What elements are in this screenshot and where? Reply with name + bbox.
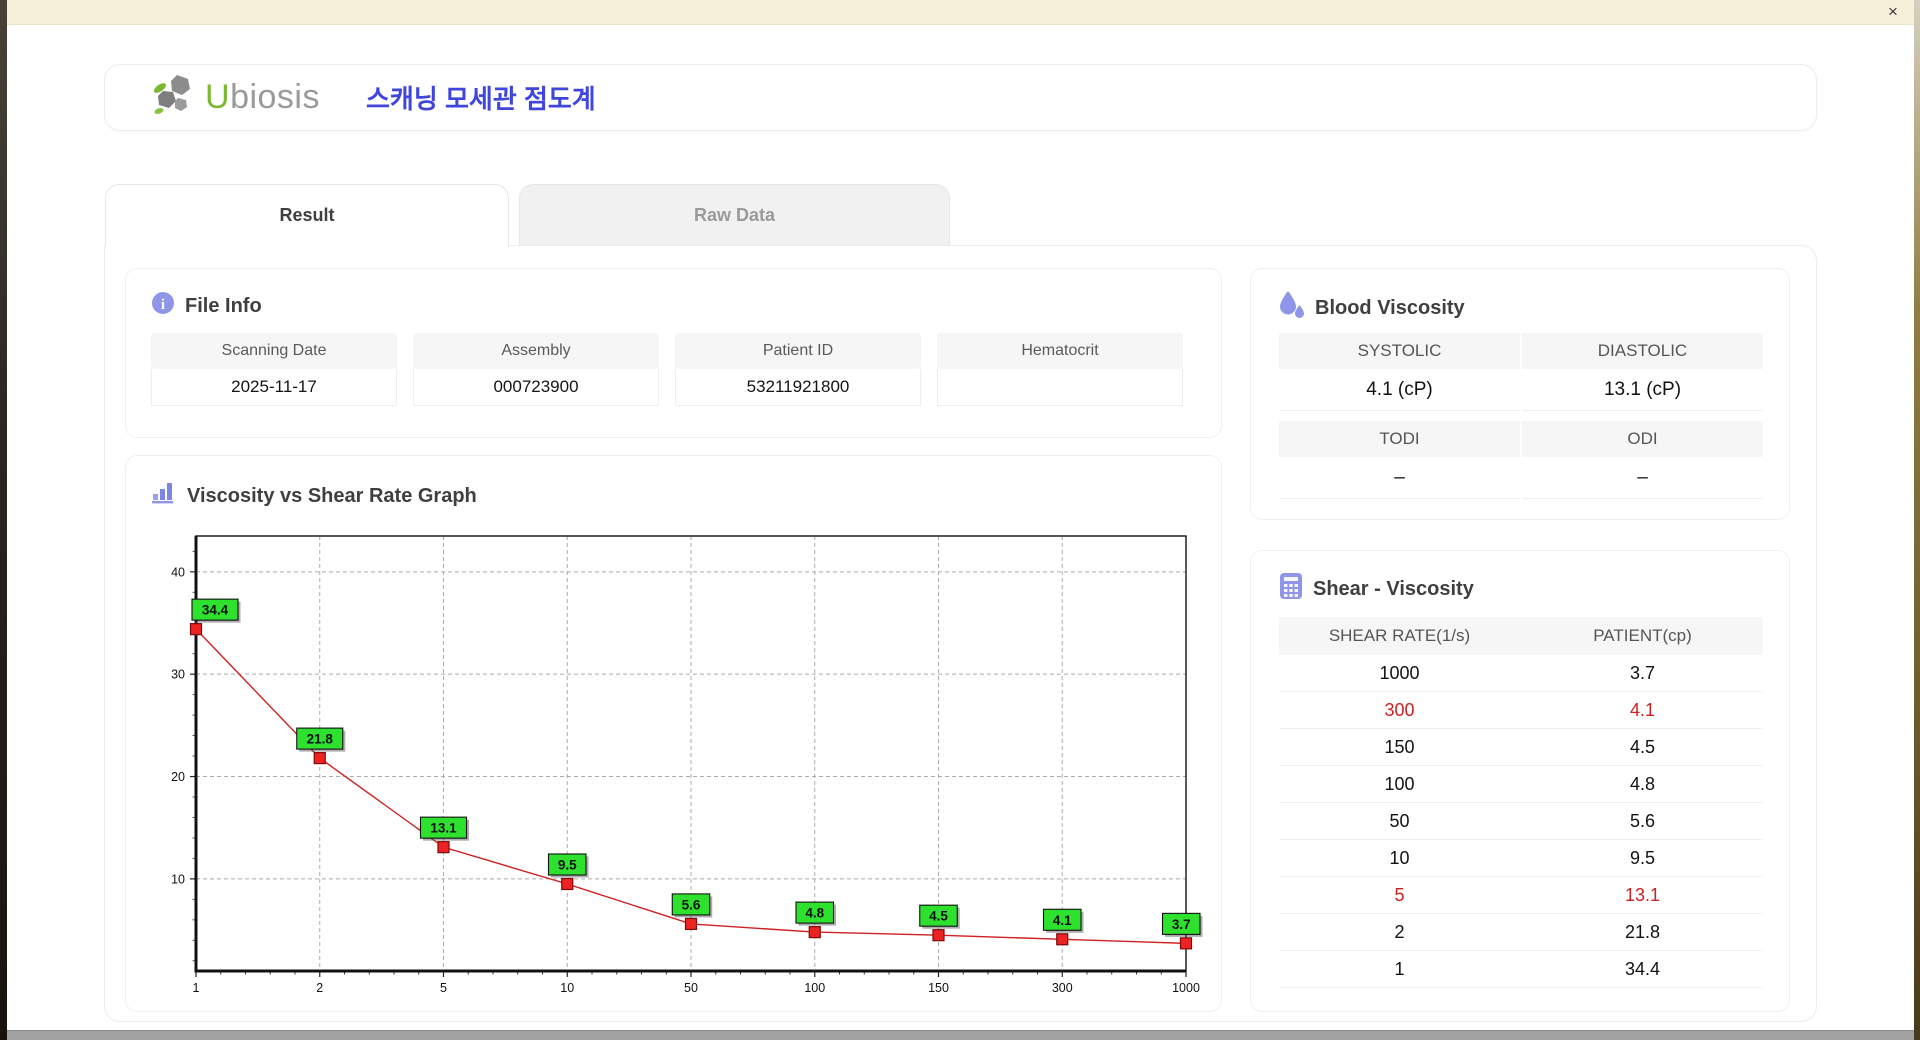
- svg-text:150: 150: [928, 981, 949, 995]
- svg-text:34.4: 34.4: [202, 603, 229, 618]
- column-header-shear-rate: SHEAR RATE(1/s): [1328, 626, 1471, 645]
- svg-text:i: i: [161, 297, 165, 313]
- tab-raw-data[interactable]: Raw Data: [519, 184, 950, 245]
- table-row: 10 9.5: [1279, 840, 1763, 877]
- ubiosis-logo-icon: [151, 73, 197, 122]
- shear-viscosity-card: Shear - Viscosity SHEAR RATE(1/s) PATIEN…: [1250, 550, 1790, 1012]
- svg-text:10: 10: [560, 981, 574, 995]
- svg-text:2: 2: [316, 981, 323, 995]
- diastolic-value: 13.1 (cP): [1522, 369, 1763, 411]
- window-bottom-border: [0, 1030, 1920, 1040]
- field-value: 000723900: [413, 369, 659, 406]
- svg-text:13.1: 13.1: [430, 821, 457, 836]
- svg-text:4.8: 4.8: [805, 906, 824, 921]
- svg-text:100: 100: [804, 981, 825, 995]
- table-row: 300 4.1: [1279, 692, 1763, 729]
- field-label: Hematocrit: [937, 333, 1183, 369]
- table-row: 2 21.8: [1279, 914, 1763, 951]
- bar-chart-icon: [151, 481, 177, 511]
- svg-text:1000: 1000: [1172, 981, 1200, 995]
- table-row: 1000 3.7: [1279, 655, 1763, 692]
- svg-text:1: 1: [193, 981, 200, 995]
- close-icon[interactable]: ×: [1882, 1, 1904, 23]
- table-row: 1 34.4: [1279, 951, 1763, 988]
- table-row: 100 4.8: [1279, 766, 1763, 803]
- systolic-label: SYSTOLIC: [1279, 333, 1520, 369]
- svg-text:40: 40: [171, 565, 185, 579]
- file-info-card: i File Info Scanning Date 2025-11-17 Ass…: [125, 268, 1222, 438]
- blood-viscosity-card: Blood Viscosity SYSTOLIC DIASTOLIC 4.1 (…: [1250, 268, 1790, 520]
- table-row: 5 13.1: [1279, 877, 1763, 914]
- svg-text:9.5: 9.5: [558, 858, 577, 873]
- svg-text:30: 30: [171, 668, 185, 682]
- shear-viscosity-title: Shear - Viscosity: [1313, 577, 1474, 600]
- svg-text:20: 20: [171, 770, 185, 784]
- svg-text:3.7: 3.7: [1172, 917, 1191, 932]
- graph-title: Viscosity vs Shear Rate Graph: [187, 484, 477, 507]
- svg-text:5.6: 5.6: [682, 897, 701, 912]
- todi-value: –: [1279, 457, 1520, 499]
- field-value: 2025-11-17: [151, 369, 397, 406]
- field-hematocrit: Hematocrit: [937, 333, 1183, 406]
- app-header: Ubiosis 스캐닝 모세관 점도계: [104, 64, 1817, 131]
- column-header-patient: PATIENT(cp): [1593, 626, 1692, 645]
- blood-viscosity-title: Blood Viscosity: [1315, 296, 1465, 319]
- table-row: 150 4.5: [1279, 729, 1763, 766]
- odi-value: –: [1522, 457, 1763, 499]
- field-label: Patient ID: [675, 333, 921, 369]
- svg-text:4.1: 4.1: [1053, 913, 1072, 928]
- todi-label: TODI: [1279, 421, 1520, 457]
- svg-text:50: 50: [684, 981, 698, 995]
- svg-text:21.8: 21.8: [307, 732, 334, 747]
- water-drops-icon: [1279, 291, 1305, 325]
- app-title: 스캐닝 모세관 점도계: [366, 84, 596, 114]
- diastolic-label: DIASTOLIC: [1522, 333, 1763, 369]
- odi-label: ODI: [1522, 421, 1763, 457]
- svg-text:5: 5: [440, 981, 447, 995]
- viscosity-chart: 1 2 5 10 50 100 150 300 1000 10 20 30 40 34.4 21.8 13.1…: [171, 535, 1203, 995]
- svg-text:300: 300: [1052, 981, 1073, 995]
- tab-result[interactable]: Result: [105, 184, 509, 247]
- field-patient-id: Patient ID 53211921800: [675, 333, 921, 406]
- field-label: Assembly: [413, 333, 659, 369]
- field-scanning-date: Scanning Date 2025-11-17: [151, 333, 397, 406]
- field-assembly: Assembly 000723900: [413, 333, 659, 406]
- field-value: 53211921800: [675, 369, 921, 406]
- file-info-title: File Info: [185, 294, 262, 317]
- window-title-bar: ×: [7, 0, 1914, 25]
- info-icon: i: [151, 291, 175, 321]
- svg-text:4.5: 4.5: [929, 909, 948, 924]
- calculator-icon: [1279, 573, 1303, 605]
- viscosity-graph-card: Viscosity vs Shear Rate Graph 1 2 5 10 50 100…: [125, 455, 1222, 1012]
- table-row: 50 5.6: [1279, 803, 1763, 840]
- window-right-border: [1914, 0, 1920, 1040]
- svg-text:10: 10: [171, 872, 185, 886]
- field-label: Scanning Date: [151, 333, 397, 369]
- brand-logo: Ubiosis: [151, 73, 320, 122]
- brand-name: Ubiosis: [205, 78, 320, 116]
- systolic-value: 4.1 (cP): [1279, 369, 1520, 411]
- field-value: [937, 369, 1183, 406]
- window-left-border: [0, 0, 7, 1040]
- shear-viscosity-table: SHEAR RATE(1/s) PATIENT(cp) 1000 3.7 300 4…: [1279, 617, 1763, 988]
